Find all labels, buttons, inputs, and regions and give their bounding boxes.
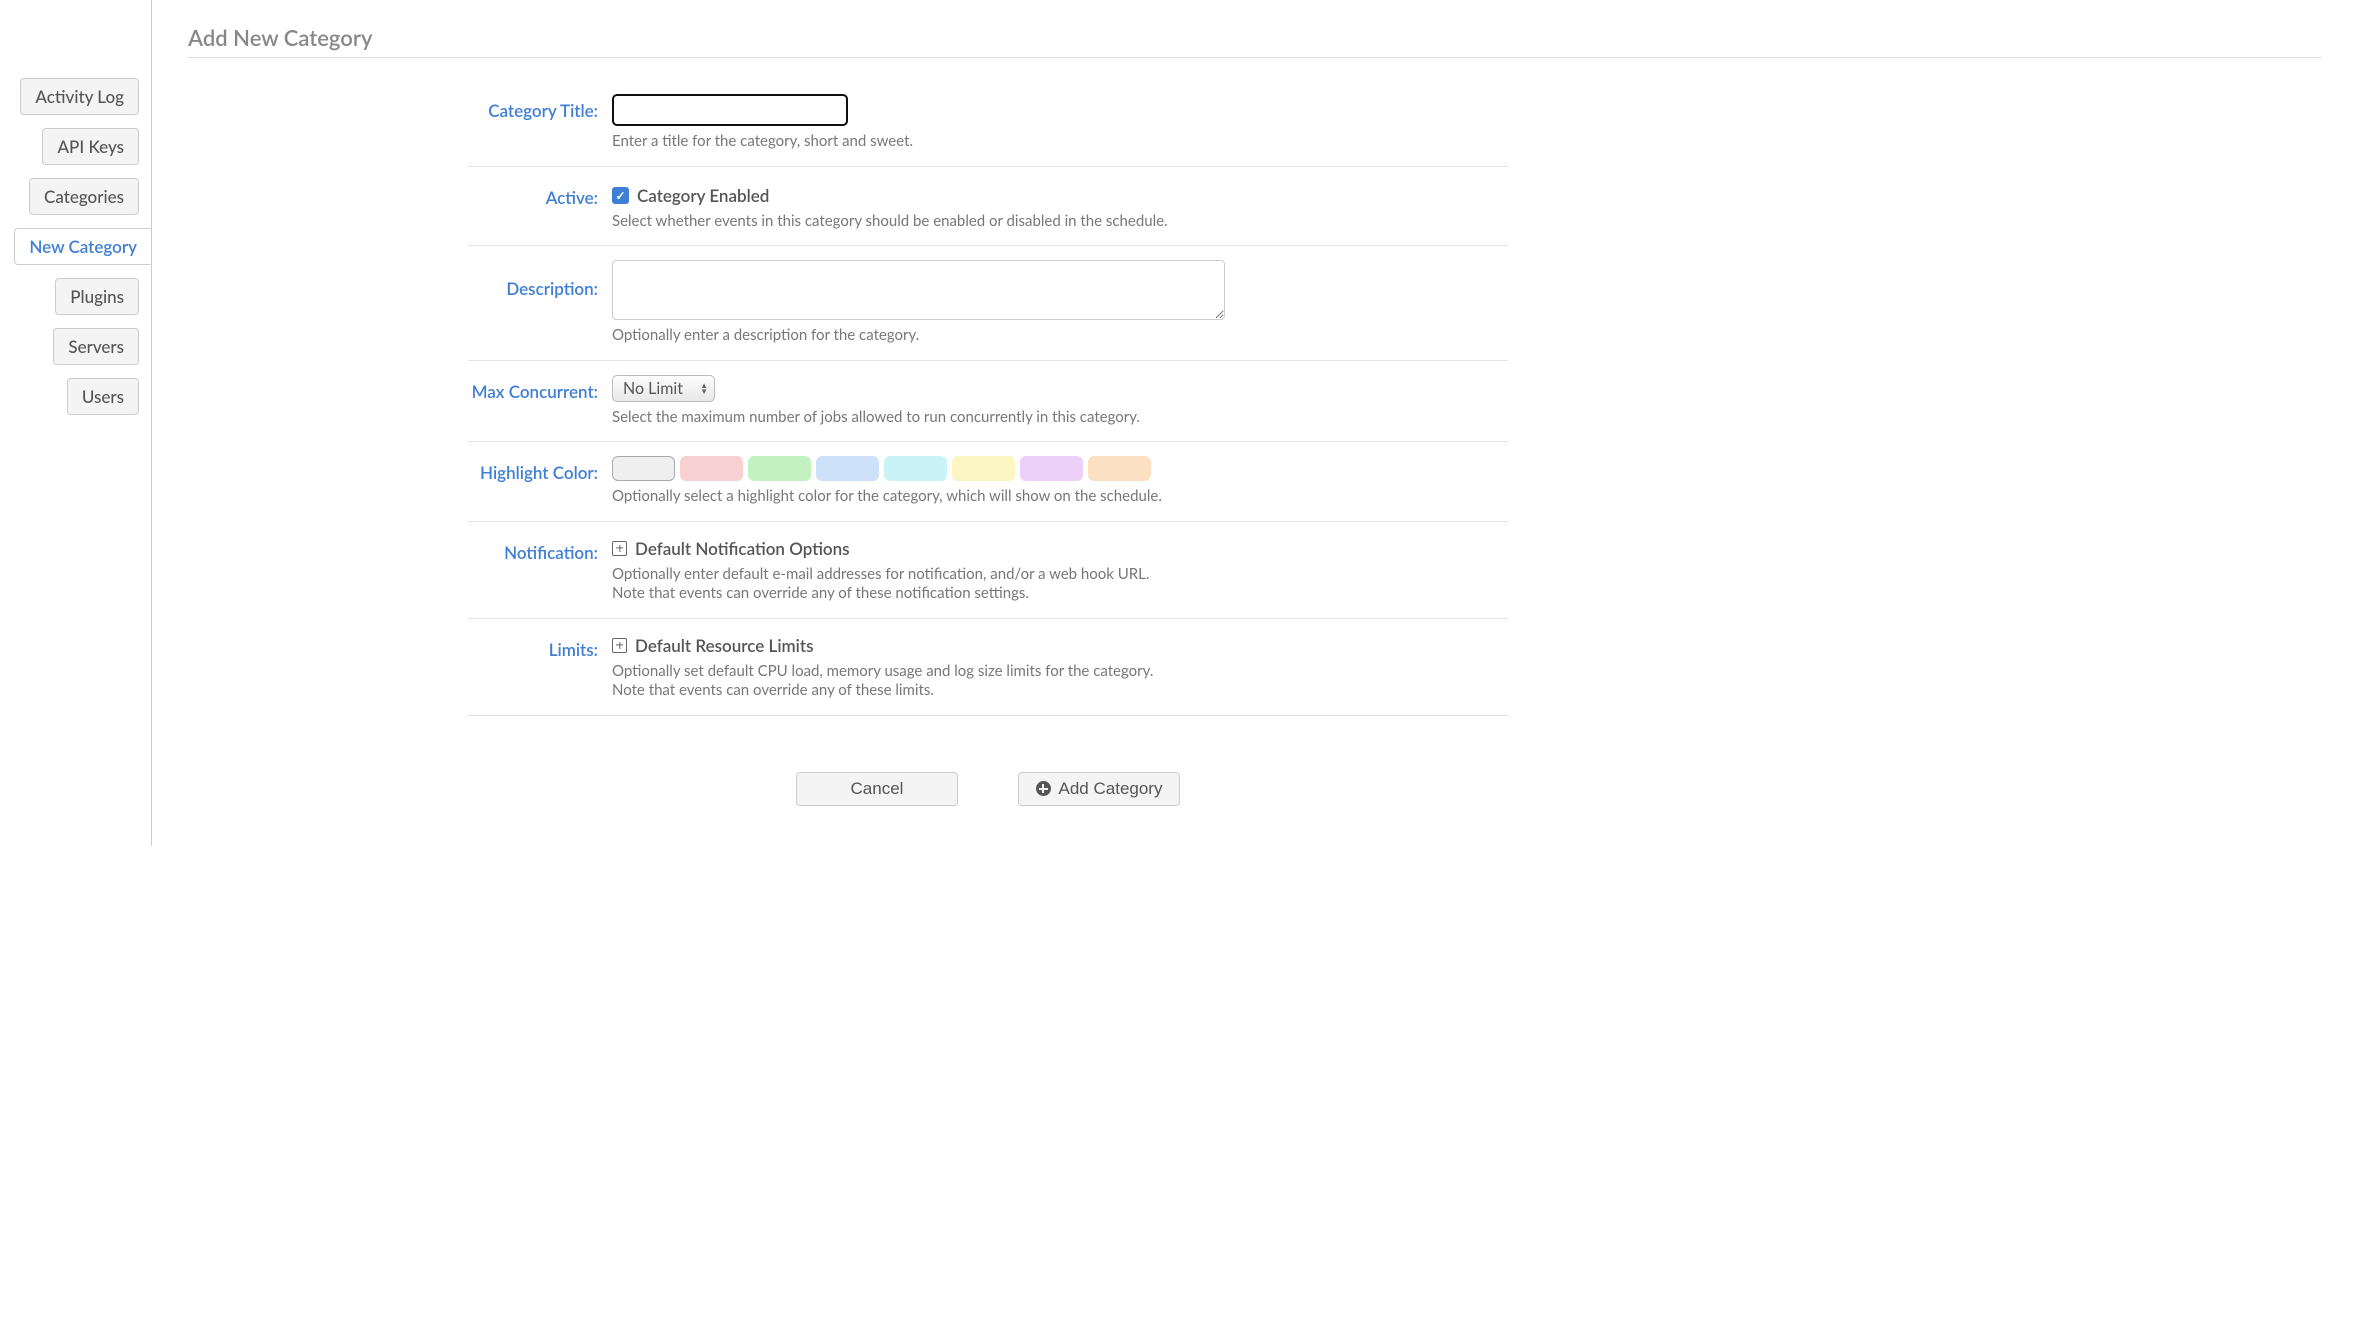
hint-max-concurrent: Select the maximum number of jobs allowe… xyxy=(612,408,1508,428)
swatch-blue[interactable] xyxy=(816,456,879,481)
max-concurrent-select[interactable]: No Limit ▲▼ xyxy=(612,375,715,402)
sidebar-item-servers[interactable]: Servers xyxy=(53,328,139,365)
checkbox-icon: ✓ xyxy=(612,187,629,204)
row-description: Description: Optionally enter a descript… xyxy=(468,246,1508,361)
button-row: Cancel Add Category xyxy=(468,772,1508,806)
row-highlight: Highlight Color: Optionally select a hig… xyxy=(468,442,1508,522)
sidebar-item-api-keys[interactable]: API Keys xyxy=(42,128,139,165)
main-panel: Add New Category Category Title: Enter a… xyxy=(152,0,2362,846)
sidebar-item-plugins[interactable]: Plugins xyxy=(55,278,139,315)
swatch-cyan[interactable] xyxy=(884,456,947,481)
label-max-concurrent: Max Concurrent: xyxy=(468,375,598,428)
notification-expander-label: Default Notification Options xyxy=(635,538,850,559)
limits-expander-label: Default Resource Limits xyxy=(635,635,814,656)
sidebar-item-new-category[interactable]: New Category xyxy=(14,228,151,265)
submit-label: Add Category xyxy=(1059,779,1163,799)
sidebar: Activity Log API Keys Categories New Cat… xyxy=(0,0,152,846)
limits-expander[interactable]: Default Resource Limits xyxy=(612,633,1508,656)
label-description: Description: xyxy=(468,260,598,346)
hint-highlight: Optionally select a highlight color for … xyxy=(612,487,1508,507)
row-active: Active: ✓ Category Enabled Select whethe… xyxy=(468,167,1508,247)
chevron-updown-icon: ▲▼ xyxy=(700,382,708,394)
sidebar-item-users[interactable]: Users xyxy=(67,378,139,415)
label-notification: Notification: xyxy=(468,536,598,604)
expand-icon xyxy=(612,541,627,556)
swatch-none[interactable] xyxy=(612,456,675,481)
hint-title: Enter a title for the category, short an… xyxy=(612,132,1508,152)
swatch-red[interactable] xyxy=(680,456,743,481)
expand-icon xyxy=(612,638,627,653)
hint-active: Select whether events in this category s… xyxy=(612,212,1508,232)
color-swatches xyxy=(612,456,1508,481)
page-title: Add New Category xyxy=(188,24,2322,58)
category-title-input[interactable] xyxy=(612,94,848,126)
hint-limits: Optionally set default CPU load, memory … xyxy=(612,662,1508,701)
add-category-button[interactable]: Add Category xyxy=(1018,772,1180,806)
hint-notification: Optionally enter default e-mail addresse… xyxy=(612,565,1508,604)
cancel-button[interactable]: Cancel xyxy=(796,772,958,806)
active-check-wrapper[interactable]: ✓ Category Enabled xyxy=(612,181,1508,206)
row-title: Category Title: Enter a title for the ca… xyxy=(468,94,1508,167)
label-title: Category Title: xyxy=(468,94,598,152)
label-active: Active: xyxy=(468,181,598,232)
plus-circle-icon xyxy=(1036,781,1051,796)
sidebar-item-categories[interactable]: Categories xyxy=(29,178,139,215)
category-form: Category Title: Enter a title for the ca… xyxy=(468,94,1508,806)
row-limits: Limits: Default Resource Limits Optional… xyxy=(468,619,1508,716)
label-limits: Limits: xyxy=(468,633,598,701)
description-input[interactable] xyxy=(612,260,1225,320)
max-concurrent-value: No Limit xyxy=(623,379,683,398)
row-max-concurrent: Max Concurrent: No Limit ▲▼ Select the m… xyxy=(468,361,1508,443)
notification-expander[interactable]: Default Notification Options xyxy=(612,536,1508,559)
swatch-green[interactable] xyxy=(748,456,811,481)
sidebar-item-activity-log[interactable]: Activity Log xyxy=(20,78,139,115)
cancel-label: Cancel xyxy=(851,779,904,799)
active-check-label: Category Enabled xyxy=(637,185,769,206)
label-highlight: Highlight Color: xyxy=(468,456,598,507)
swatch-orange[interactable] xyxy=(1088,456,1151,481)
row-notification: Notification: Default Notification Optio… xyxy=(468,522,1508,619)
hint-description: Optionally enter a description for the c… xyxy=(612,326,1508,346)
swatch-purple[interactable] xyxy=(1020,456,1083,481)
swatch-yellow[interactable] xyxy=(952,456,1015,481)
